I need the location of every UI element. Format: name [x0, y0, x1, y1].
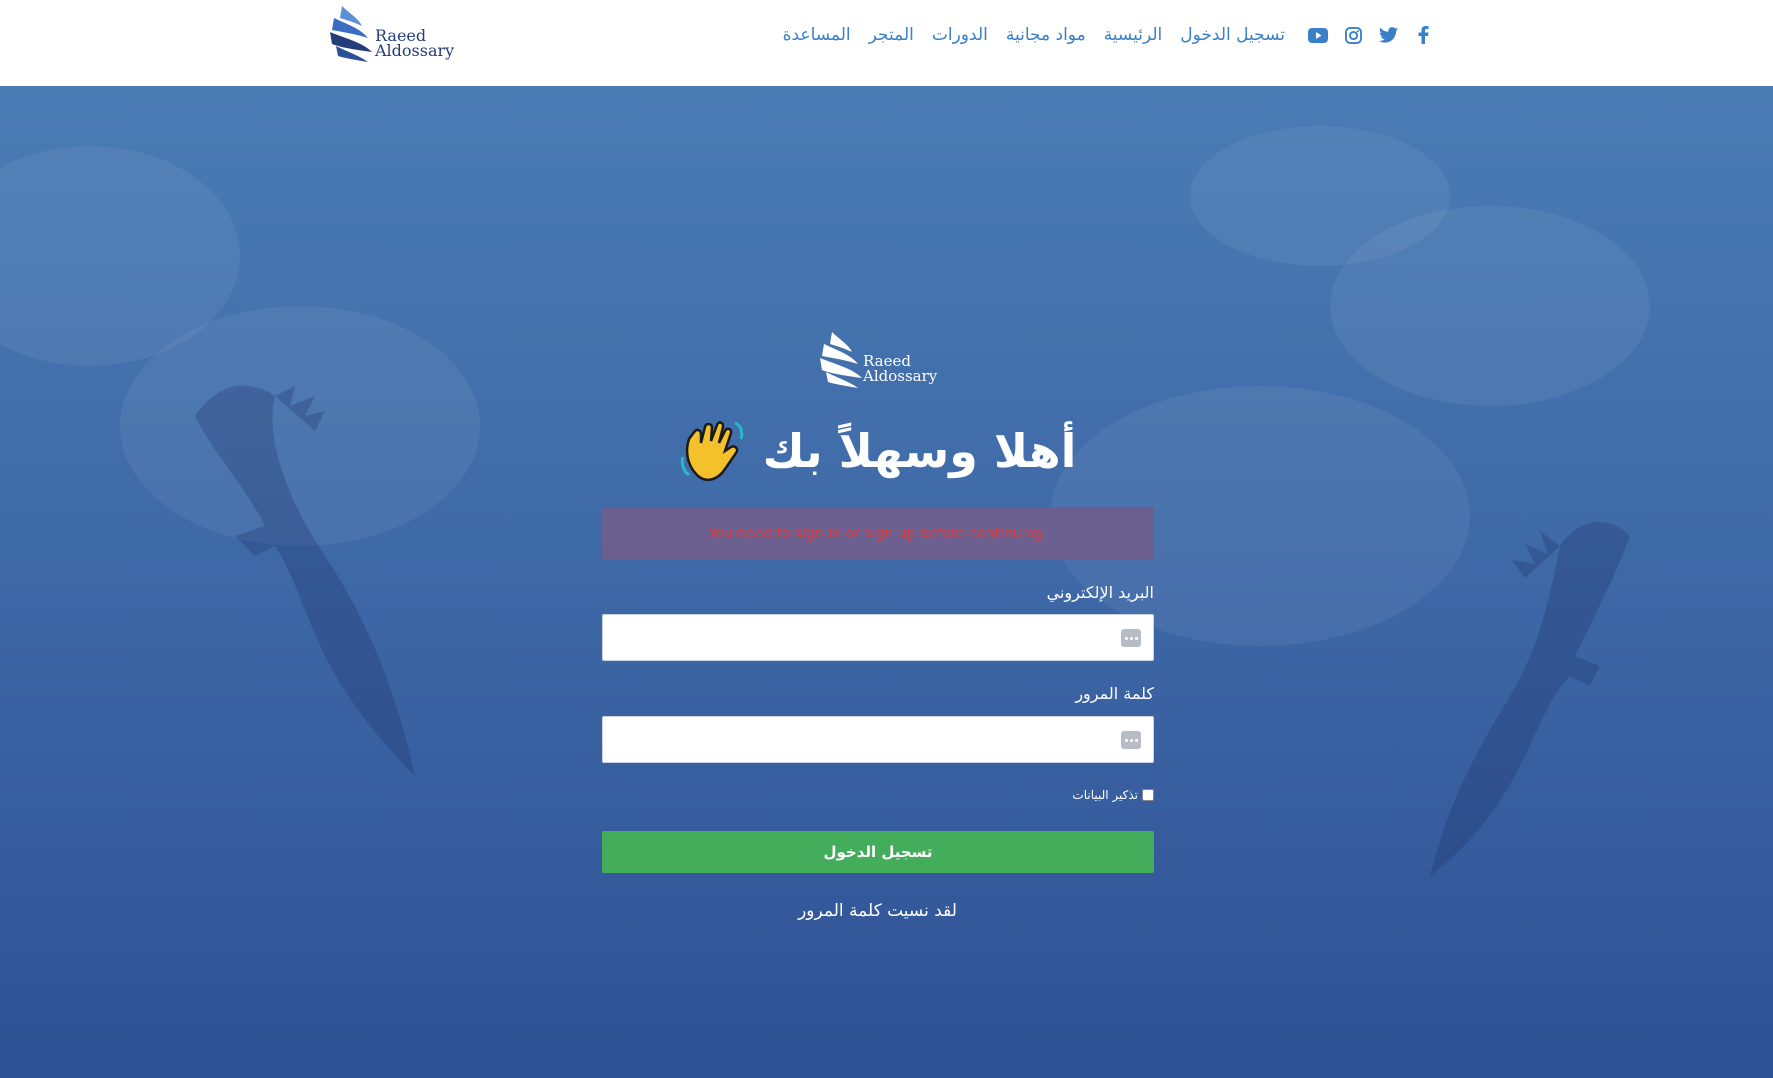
facebook-icon[interactable] [1413, 25, 1433, 45]
cloud [1330, 206, 1650, 406]
alert-message: You need to sign in or sign up before co… [708, 525, 1048, 542]
social-links [1293, 25, 1433, 45]
email-label: البريد الإلكتروني [1046, 583, 1154, 602]
autofill-key-icon[interactable] [1121, 629, 1141, 647]
email-field-wrapper [602, 614, 1154, 661]
logo-wing-icon [330, 6, 372, 62]
nav-link-login[interactable]: تسجيل الدخول [1180, 25, 1285, 45]
remember-me[interactable]: تذكير البيانات [1072, 788, 1154, 802]
remember-label: تذكير البيانات [1072, 788, 1138, 802]
nav-link-courses[interactable]: الدورات [932, 25, 988, 45]
eagle-left-image [195, 385, 415, 776]
login-submit-button[interactable]: تسجيل الدخول [602, 831, 1154, 873]
welcome-title: أهلا وسهلاً بك [762, 424, 1077, 478]
nav-link-free-materials[interactable]: مواد مجانية [1006, 25, 1086, 45]
twitter-icon[interactable] [1378, 25, 1398, 45]
main-nav: تسجيل الدخول الرئيسية مواد مجانية الدورا… [765, 20, 1433, 50]
logo-text: Raeed Aldossary [863, 354, 937, 384]
autofill-key-icon[interactable] [1121, 731, 1141, 749]
email-field[interactable] [603, 615, 1153, 660]
eagle-right-image [1430, 522, 1630, 876]
password-field[interactable] [603, 717, 1153, 762]
site-header: Raeed Aldossary تسجيل الدخول الرئيسية مو… [0, 0, 1773, 86]
logo-text: Raeed Aldossary [375, 28, 455, 60]
password-field-wrapper [602, 716, 1154, 763]
nav-link-help[interactable]: المساعدة [783, 25, 851, 45]
login-card: Raeed Aldossary أهلا وسهلاً بك You need … [601, 86, 1154, 1078]
nav-link-home[interactable]: الرئيسية [1104, 25, 1163, 45]
logo-wing-icon [820, 332, 862, 388]
instagram-icon[interactable] [1343, 25, 1363, 45]
youtube-icon[interactable] [1308, 25, 1328, 45]
login-logo: Raeed Aldossary [818, 330, 938, 390]
logo-line2: Aldossary [863, 367, 938, 385]
alert-box: You need to sign in or sign up before co… [602, 507, 1154, 560]
forgot-password-link[interactable]: لقد نسيت كلمة المرور [601, 901, 1154, 921]
remember-checkbox[interactable] [1142, 789, 1154, 801]
logo-line2: Aldossary [375, 41, 455, 60]
hero-background: Raeed Aldossary أهلا وسهلاً بك You need … [0, 86, 1773, 1078]
password-label: كلمة المرور [1075, 684, 1154, 703]
login-submit-label: تسجيل الدخول [823, 843, 933, 861]
site-logo[interactable]: Raeed Aldossary [328, 4, 454, 62]
waving-hand-icon [680, 421, 743, 482]
nav-link-store[interactable]: المتجر [869, 25, 914, 45]
welcome-row: أهلا وسهلاً بك [601, 416, 1154, 486]
